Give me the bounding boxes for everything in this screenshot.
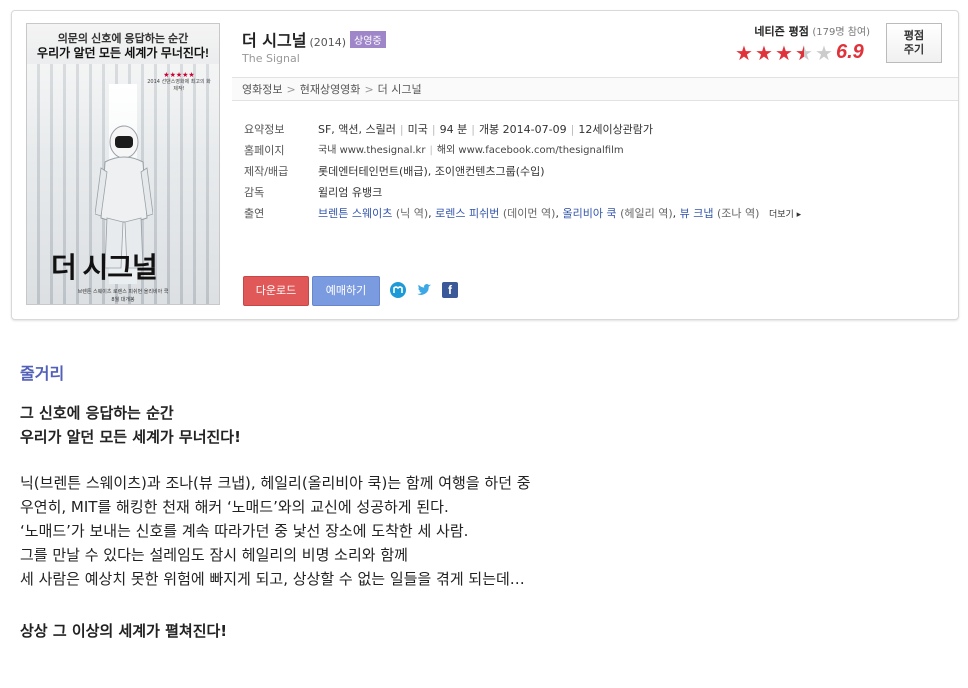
movie-title[interactable]: 더 시그널: [242, 31, 306, 50]
movie-title-area: 더 시그널 (2014) 상영중: [242, 27, 386, 51]
status-badge: 상영중: [350, 31, 386, 48]
info-label: 출연: [244, 207, 265, 220]
star-icon: ★: [775, 41, 793, 65]
poster-review: ★★★★★ 2014 선댄스영화제 최고의 화제작!: [145, 72, 213, 93]
release-date: 개봉 2014-07-09: [478, 123, 567, 136]
synopsis-line: ‘노매드’가 보내는 신호를 계속 따라가던 중 낯선 장소에 도착한 세 사람…: [20, 522, 469, 540]
info-label: 제작/배급: [244, 165, 289, 178]
poster-tagline-2: 우리가 알던 모든 세계가 무너진다!: [37, 46, 209, 60]
rating-stars: ★ ★ ★ ★★ ★ 6.9: [735, 41, 875, 65]
info-label: 감독: [244, 186, 265, 199]
homepage-overseas-link[interactable]: 해외 www.facebook.com/thesignalfilm: [437, 145, 624, 156]
homepage-domestic-link[interactable]: 국내 www.thesignal.kr: [318, 145, 425, 156]
twitter-share-icon[interactable]: [416, 282, 432, 298]
synopsis-line: 세 사람은 예상치 못한 위험에 빠지게 되고, 상상할 수 없는 일들을 겪게…: [20, 570, 525, 588]
star-icon: ★: [735, 41, 753, 65]
breadcrumb-item[interactable]: 현재상영영화: [300, 83, 361, 96]
star-icon: ★: [815, 41, 833, 65]
info-cast-value: 브렌튼 스웨이츠 (닉 역), 로렌스 피쉬번 (데이먼 역), 올리비아 쿡 …: [318, 207, 802, 220]
synopsis-line: 닉(브렌튼 스웨이츠)과 조나(뷰 크냅), 헤일리(올리비아 쿡)는 함께 여…: [20, 474, 531, 492]
me2day-share-icon[interactable]: [390, 282, 406, 298]
poster-title: 더 시그널: [51, 252, 158, 283]
breadcrumb-separator: >: [286, 83, 296, 96]
cast-link[interactable]: 브렌튼 스웨이츠: [318, 207, 392, 220]
info-label: 홈페이지: [244, 144, 285, 157]
star-half-fill: ★: [795, 43, 804, 63]
info-homepage-value: 국내 www.thesignal.kr | 해외 www.facebook.com/…: [318, 145, 624, 156]
cast-role: (데이먼 역): [502, 207, 556, 220]
star-icon: ★★: [795, 41, 813, 65]
facebook-share-icon[interactable]: f: [442, 282, 458, 298]
reserve-button[interactable]: 예매하기: [312, 276, 380, 306]
genre: SF, 액션, 스릴러: [318, 123, 396, 136]
poster-credits: 브렌튼 스웨이츠 로렌스 피쉬번 올리비아 쿡: [77, 289, 169, 295]
breadcrumb: 영화정보 > 현재상영영화 > 더 시그널: [232, 77, 958, 101]
synopsis-heading: 줄거리: [20, 364, 65, 383]
cast-role: (헤일리 역): [620, 207, 673, 220]
director-link[interactable]: 윌리엄 유뱅크: [318, 182, 382, 203]
info-production-value: 롯데엔터테인먼트(배급), 조이앤컨텐츠그룹(수입): [318, 165, 545, 178]
movie-info-card: 의문의 신호에 응답하는 순간 우리가 알던 모든 세계가 무너진다! ★★★★…: [11, 10, 959, 320]
breadcrumb-item[interactable]: 영화정보: [242, 83, 282, 96]
rating-header: 네티즌 평점 (179명 참여): [730, 23, 870, 39]
synopsis-line: 그를 만날 수 있다는 설레임도 잠시 헤일리의 비명 소리와 함께: [20, 546, 408, 564]
poster-review-text: 2014 선댄스영화제 최고의 화제작!: [147, 79, 211, 92]
poster-review-stars: ★★★★★: [163, 71, 195, 79]
country: 미국: [407, 123, 428, 136]
download-button[interactable]: 다운로드: [243, 276, 309, 306]
cast-more-link[interactable]: 더보기 ▸: [769, 210, 801, 220]
cast-link[interactable]: 로렌스 피쉬번: [435, 207, 499, 220]
cast-link[interactable]: 올리비아 쿡: [562, 207, 616, 220]
movie-poster[interactable]: 의문의 신호에 응답하는 순간 우리가 알던 모든 세계가 무너진다! ★★★★…: [26, 23, 220, 305]
rating-label: 네티즌 평점: [754, 25, 809, 38]
info-summary-value: SF, 액션, 스릴러 | 미국 | 94 분 | 개봉 2014-07-09 | 12세이상관…: [318, 123, 654, 136]
movie-english-title: The Signal: [242, 52, 300, 65]
poster-release: 8월 대개봉: [111, 297, 135, 303]
age-rating: 12세이상관람가: [578, 123, 654, 136]
runtime: 94 분: [439, 123, 468, 136]
synopsis-headline-2: 우리가 알던 모든 세계가 무너진다!: [20, 428, 241, 446]
rate-button[interactable]: 평점 주기: [886, 23, 942, 63]
rate-button-label: 평점 주기: [903, 29, 925, 56]
cast-role: (조나 역): [716, 207, 760, 220]
synopsis-headline-1: 그 신호에 응답하는 순간: [20, 404, 174, 422]
synopsis-line: 우연히, MIT를 해킹한 천재 해커 ‘노매드’와의 교신에 성공하게 된다.: [20, 498, 449, 516]
breadcrumb-separator: >: [364, 83, 374, 96]
movie-year: (2014): [309, 36, 347, 49]
rating-area: 네티즌 평점 (179명 참여) ★ ★ ★ ★★ ★ 6.9: [730, 23, 870, 63]
cast-link[interactable]: 뷰 크냅: [680, 207, 714, 220]
star-icon: ★: [755, 41, 773, 65]
breadcrumb-item-current: 더 시그널: [377, 83, 422, 96]
rating-score: 6.9: [836, 41, 864, 63]
synopsis-closing: 상상 그 이상의 세계가 펼쳐진다!: [20, 622, 228, 640]
rating-participants: (179명 참여): [812, 27, 870, 38]
cast-role: (닉 역): [395, 207, 429, 220]
info-label: 요약정보: [244, 123, 285, 136]
